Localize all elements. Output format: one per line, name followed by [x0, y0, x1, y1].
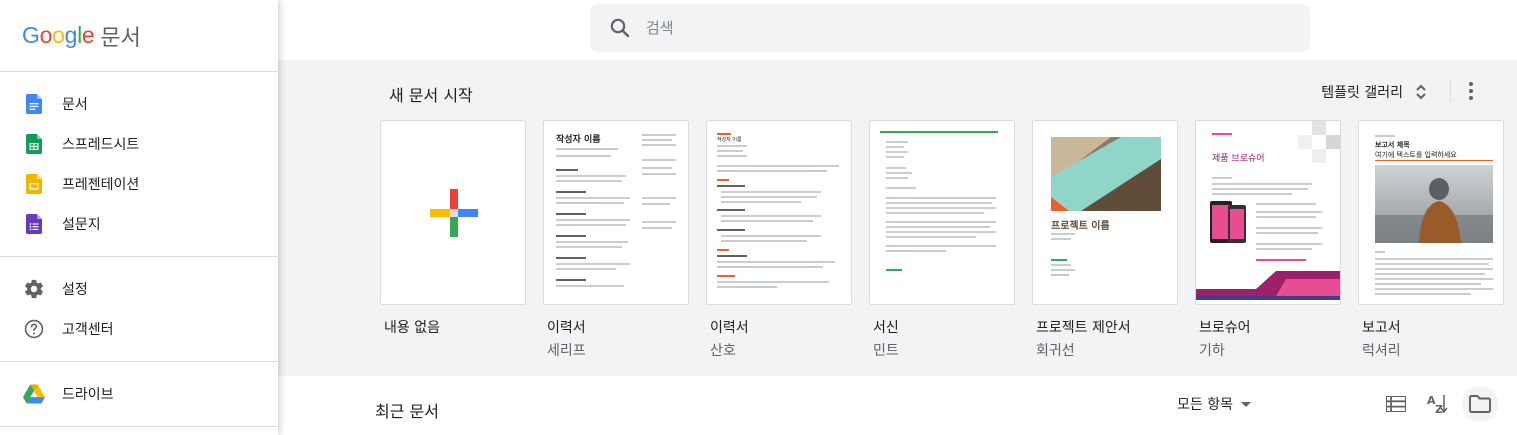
sidebar-item-label: 설문지 [62, 217, 101, 233]
sidebar-item-label: 고객센터 [62, 322, 114, 338]
template-subname: 민트 [873, 343, 899, 359]
logo-letter: o [39, 22, 53, 48]
template-section: 새 문서 시작 템플릿 갤러리 내용 없음 작성자 이름 이력서 세리프 작성자… [278, 60, 1517, 376]
template-thumbnail[interactable]: 프로젝트 이름 [1032, 120, 1178, 305]
help-icon [22, 317, 46, 341]
template-name: 프로젝트 제안서 [1036, 320, 1131, 336]
docs-icon [22, 92, 46, 116]
template-gallery-button[interactable]: 템플릿 갤러리 [1321, 80, 1429, 104]
sidebar-item-label: 드라이브 [62, 387, 114, 403]
template-gallery-label: 템플릿 갤러리 [1321, 85, 1403, 101]
sidebar-settings: 설정 고객센터 [0, 257, 278, 362]
template-subname: 럭셔리 [1362, 343, 1401, 359]
template-heading: 제품 브로슈어 [1212, 154, 1265, 164]
recent-documents-section: 최근 문서 모든 항목 AZ [278, 376, 1517, 435]
product-name[interactable]: 문서 [100, 20, 140, 52]
template-card-resume-coral[interactable]: 작성자 이름 이력서 산호 [706, 120, 852, 360]
template-subname: 산호 [710, 343, 736, 359]
template-name: 내용 없음 [384, 320, 440, 336]
folder-icon[interactable] [1462, 386, 1498, 422]
sidebar-drive: 드라이브 [0, 362, 278, 427]
sidebar-apps: 문서 스프레드시트 프레젠테이션 설문지 [0, 72, 278, 257]
template-thumbnail[interactable]: 작성자 이름 [706, 120, 852, 305]
template-name: 서신 [873, 320, 899, 336]
logo-letter: e [81, 22, 95, 48]
template-name: 브로슈어 [1199, 320, 1251, 336]
sidebar-item-label: 프레젠테이션 [62, 177, 140, 193]
sidebar-item-forms[interactable]: 설문지 [0, 204, 278, 244]
template-subheading: 여기에 텍스트를 입력하세요 [1375, 151, 1457, 159]
template-card-resume-serif[interactable]: 작성자 이름 이력서 세리프 [543, 120, 689, 360]
template-thumbnail[interactable]: 제품 브로슈어 [1195, 120, 1341, 305]
sidebar: Google 문서 문서 스프레드시트 프레젠테이션 설문지 설정 고객센터 드… [0, 0, 278, 435]
owner-filter-label: 모든 항목 [1177, 397, 1233, 413]
template-card-blank[interactable]: 내용 없음 [380, 120, 526, 337]
template-section-title: 새 문서 시작 [389, 86, 473, 105]
template-name: 보고서 [1362, 320, 1401, 336]
toolbar-divider [1450, 80, 1451, 102]
sidebar-header: Google 문서 [0, 0, 278, 72]
template-heading: 보고서 제목 [1375, 141, 1410, 149]
template-card-report[interactable]: 보고서 제목 여기에 텍스트를 입력하세요 보고서 럭셔리 [1358, 120, 1504, 360]
report-cover-photo [1375, 165, 1493, 243]
template-heading: 작성자 이름 [556, 135, 601, 145]
brochure-geometric-art [1196, 121, 1340, 300]
template-subname: 기하 [1199, 343, 1225, 359]
template-heading: 프로젝트 이름 [1051, 221, 1110, 232]
sidebar-item-slides[interactable]: 프레젠테이션 [0, 164, 278, 204]
google-logo[interactable]: Google [22, 22, 95, 49]
caret-down-icon [1240, 401, 1251, 407]
plus-icon [430, 189, 478, 237]
proposal-cover-art [1051, 137, 1161, 211]
forms-icon [22, 212, 46, 236]
sidebar-item-help[interactable]: 고객센터 [0, 309, 278, 349]
recent-documents-title: 최근 문서 [375, 402, 439, 421]
template-card-project-proposal[interactable]: 프로젝트 이름 프로젝트 제안서 회귀선 [1032, 120, 1178, 360]
sidebar-item-drive[interactable]: 드라이브 [0, 374, 278, 414]
search-box[interactable] [590, 4, 1310, 52]
drive-icon [22, 382, 46, 406]
sidebar-item-sheets[interactable]: 스프레드시트 [0, 124, 278, 164]
template-name: 이력서 [547, 320, 586, 336]
sort-az-icon[interactable]: AZ [1424, 390, 1452, 418]
logo-letter: G [22, 22, 40, 48]
sidebar-item-docs[interactable]: 문서 [0, 84, 278, 124]
template-thumbnail[interactable]: 작성자 이름 [543, 120, 689, 305]
template-name: 이력서 [710, 320, 749, 336]
template-thumbnail[interactable] [869, 120, 1015, 305]
owner-filter-dropdown[interactable]: 모든 항목 [1177, 394, 1251, 414]
logo-letter: g [64, 22, 78, 48]
template-subname: 세리프 [547, 343, 586, 359]
template-thumbnail[interactable]: 보고서 제목 여기에 텍스트를 입력하세요 [1358, 120, 1504, 305]
more-options-icon[interactable] [1459, 79, 1483, 103]
top-bar [278, 0, 1517, 60]
template-subname: 회귀선 [1036, 343, 1075, 359]
sidebar-item-label: 스프레드시트 [62, 137, 140, 153]
slides-icon [22, 172, 46, 196]
search-icon[interactable] [608, 16, 632, 40]
unfold-icon [1413, 82, 1429, 102]
list-view-icon[interactable] [1382, 390, 1410, 418]
template-thumbnail[interactable] [380, 120, 526, 305]
logo-letter: o [52, 22, 65, 48]
search-input[interactable] [646, 19, 1246, 37]
sidebar-item-label: 설정 [62, 282, 88, 298]
template-card-brochure[interactable]: 제품 브로슈어 브로슈어 기하 [1195, 120, 1341, 360]
sheets-icon [22, 132, 46, 156]
template-heading: 작성자 이름 [717, 137, 742, 143]
template-card-letter-mint[interactable]: 서신 민트 [869, 120, 1015, 360]
sidebar-item-settings[interactable]: 설정 [0, 269, 278, 309]
sidebar-item-label: 문서 [62, 97, 88, 113]
gear-icon [22, 277, 46, 301]
